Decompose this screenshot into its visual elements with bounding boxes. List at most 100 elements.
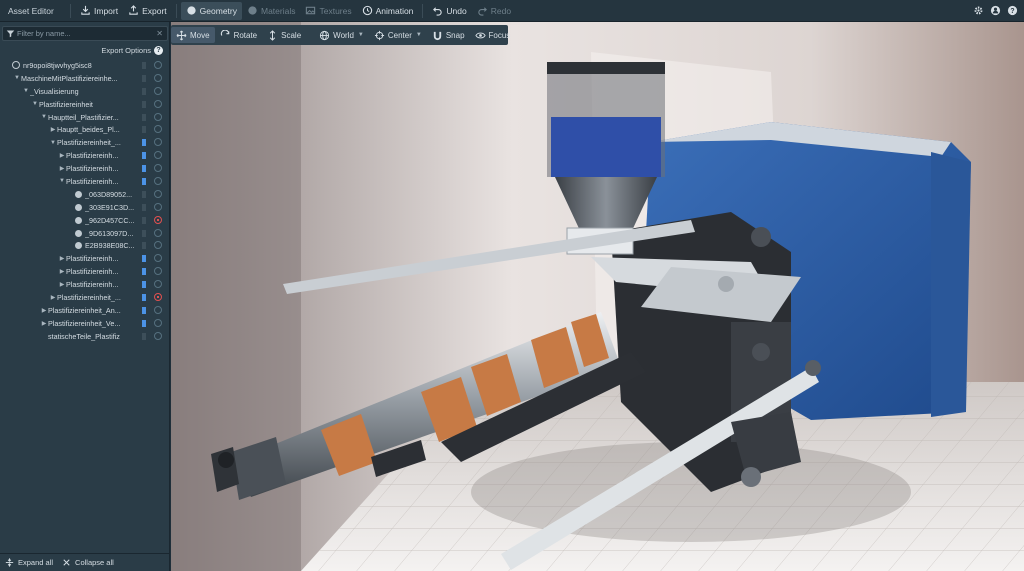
bookmark-icon[interactable]: [142, 203, 146, 211]
visibility-icon[interactable]: [154, 151, 162, 160]
visibility-icon[interactable]: [154, 241, 162, 250]
3d-viewport[interactable]: [171, 22, 1024, 571]
chevron-down-icon[interactable]: ▼: [22, 88, 30, 94]
tree-row[interactable]: statischeTeile_Plastifiz: [0, 330, 170, 343]
bookmark-icon[interactable]: [142, 294, 146, 302]
visibility-icon[interactable]: [154, 331, 162, 340]
expand-all-button[interactable]: Expand all: [0, 557, 57, 568]
tab-geometry[interactable]: Geometry: [180, 1, 242, 20]
bookmark-icon[interactable]: [142, 178, 146, 186]
chevron-right-icon[interactable]: ▶: [58, 281, 66, 288]
bookmark-icon[interactable]: [142, 74, 146, 82]
bookmark-icon[interactable]: [142, 139, 146, 147]
tree-row[interactable]: ▼ Plastifiziereinh...: [0, 175, 170, 188]
tree-row[interactable]: _962D457CC...: [0, 214, 170, 227]
chevron-right-icon[interactable]: ▶: [58, 165, 66, 172]
help-icon[interactable]: ?: [154, 46, 163, 55]
tree-row[interactable]: ▼ Plastifiziereinheit_...: [0, 136, 170, 149]
bookmark-icon[interactable]: [142, 87, 146, 95]
visibility-icon[interactable]: [154, 202, 162, 211]
tree-row[interactable]: ▶ Plastifiziereinh...: [0, 149, 170, 162]
tree-row[interactable]: ▶ Plastifiziereinh...: [0, 278, 170, 291]
visibility-icon[interactable]: [154, 228, 162, 237]
bookmark-icon[interactable]: [142, 319, 146, 327]
chevron-right-icon[interactable]: ▶: [40, 320, 48, 327]
tree-row[interactable]: ▶ Plastifiziereinheit_An...: [0, 304, 170, 317]
chevron-right-icon[interactable]: ▶: [49, 126, 57, 133]
clear-icon[interactable]: ✕: [156, 29, 163, 38]
chevron-down-icon[interactable]: ▼: [58, 178, 66, 184]
chevron-right-icon[interactable]: ▶: [58, 268, 66, 275]
bookmark-icon[interactable]: [142, 152, 146, 160]
tree-row[interactable]: ▼ _Visualisierung: [0, 85, 170, 98]
tab-materials[interactable]: Materials: [242, 2, 300, 20]
tree-row[interactable]: ▶ Plastifiziereinheit_Ve...: [0, 317, 170, 330]
chevron-right-icon[interactable]: ▶: [58, 255, 66, 262]
focus-button[interactable]: Focus: [470, 27, 516, 43]
visibility-icon[interactable]: [154, 125, 162, 134]
chevron-down-icon[interactable]: ▼: [40, 114, 48, 120]
collapse-all-button[interactable]: Collapse all: [57, 557, 118, 568]
visibility-icon[interactable]: [154, 86, 162, 95]
bookmark-icon[interactable]: [142, 268, 146, 276]
world-space-dropdown[interactable]: World ▼: [314, 27, 369, 43]
import-button[interactable]: Import: [75, 2, 123, 20]
user-icon[interactable]: [989, 4, 1001, 16]
bookmark-icon[interactable]: [142, 216, 146, 224]
visibility-icon[interactable]: [154, 280, 162, 289]
tab-textures[interactable]: Textures: [300, 2, 356, 20]
undo-button[interactable]: Undo: [427, 2, 471, 20]
visibility-icon[interactable]: [154, 189, 162, 198]
bookmark-icon[interactable]: [142, 100, 146, 108]
bookmark-icon[interactable]: [142, 306, 146, 314]
tree-row[interactable]: nr9opoi8tjwvhyg5isc8: [0, 59, 170, 72]
bookmark-icon[interactable]: [142, 255, 146, 263]
gear-icon[interactable]: [972, 4, 984, 16]
chevron-right-icon[interactable]: ▶: [49, 294, 57, 301]
bookmark-icon[interactable]: [142, 165, 146, 173]
visibility-icon[interactable]: [154, 138, 162, 147]
pivot-center-dropdown[interactable]: Center ▼: [369, 27, 427, 43]
tree-row[interactable]: _303E91C3D...: [0, 201, 170, 214]
redo-button[interactable]: Redo: [472, 2, 516, 20]
tree-row[interactable]: ▼ Hauptteil_Plastifizier...: [0, 111, 170, 124]
bookmark-icon[interactable]: [142, 229, 146, 237]
visibility-icon[interactable]: [154, 112, 162, 121]
tree-row[interactable]: _063D89052...: [0, 188, 170, 201]
bookmark-icon[interactable]: [142, 190, 146, 198]
help-icon[interactable]: ?: [1006, 4, 1018, 16]
tree-row[interactable]: _9D613097D...: [0, 227, 170, 240]
visibility-icon[interactable]: [154, 99, 162, 108]
hidden-icon[interactable]: [154, 293, 162, 302]
chevron-right-icon[interactable]: ▶: [58, 152, 66, 159]
chevron-down-icon[interactable]: ▼: [13, 75, 21, 81]
bookmark-icon[interactable]: [142, 126, 146, 134]
visibility-icon[interactable]: [154, 61, 162, 69]
bookmark-icon[interactable]: [142, 113, 146, 121]
visibility-icon[interactable]: [154, 164, 162, 173]
chevron-right-icon[interactable]: ▶: [40, 307, 48, 314]
bookmark-icon[interactable]: [142, 332, 146, 340]
visibility-icon[interactable]: [154, 177, 162, 186]
hidden-icon[interactable]: [154, 215, 162, 224]
filter-input[interactable]: [15, 29, 151, 38]
snap-toggle[interactable]: Snap: [427, 27, 470, 43]
visibility-icon[interactable]: [154, 318, 162, 327]
tree-row[interactable]: ▶ Plastifiziereinheit_...: [0, 291, 170, 304]
tree-row[interactable]: ▶ Plastifiziereinh...: [0, 162, 170, 175]
rotate-tool-button[interactable]: Rotate: [215, 27, 263, 43]
tree-row[interactable]: ▶ Plastifiziereinh...: [0, 265, 170, 278]
tree-row[interactable]: ▶ Hauptt_beides_Pl...: [0, 123, 170, 136]
tab-animation[interactable]: Animation: [357, 2, 419, 20]
visibility-icon[interactable]: [154, 305, 162, 314]
visibility-icon[interactable]: [154, 73, 162, 82]
bookmark-icon[interactable]: [142, 62, 146, 69]
bookmark-icon[interactable]: [142, 242, 146, 250]
tree-row[interactable]: ▼ Plastifiziereinheit: [0, 98, 170, 111]
chevron-down-icon[interactable]: ▼: [49, 140, 57, 146]
tree-row[interactable]: ▶ Plastifiziereinh...: [0, 252, 170, 265]
export-button[interactable]: Export: [123, 2, 172, 20]
move-tool-button[interactable]: Move: [171, 27, 215, 43]
bookmark-icon[interactable]: [142, 281, 146, 289]
scale-tool-button[interactable]: Scale: [262, 27, 306, 43]
